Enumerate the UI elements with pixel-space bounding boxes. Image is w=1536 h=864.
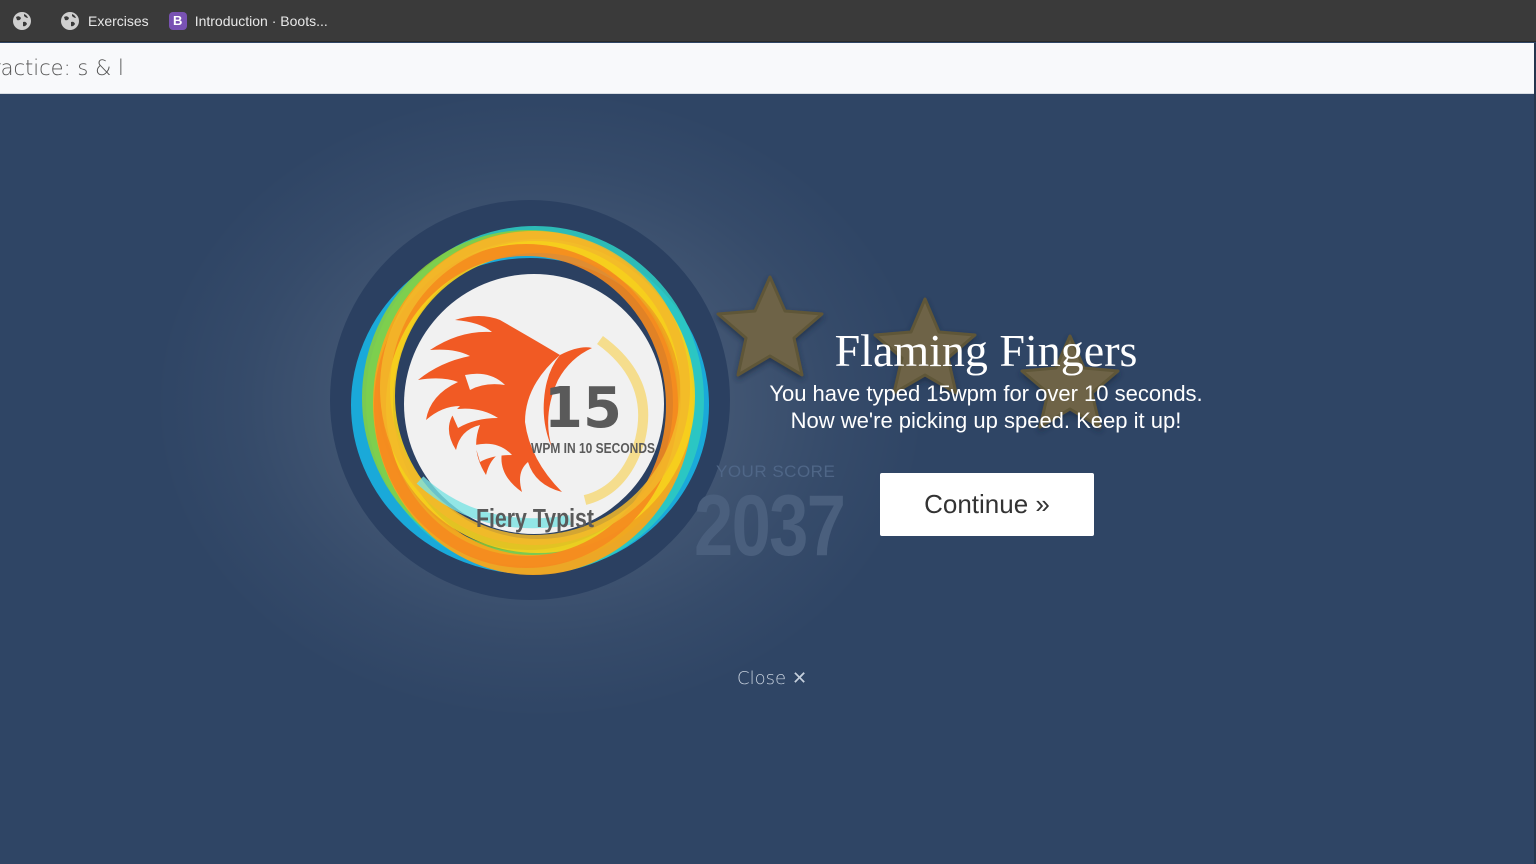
bookmark-bootstrap[interactable]: B Introduction · Boots... — [168, 7, 328, 35]
achievement-line-2: Now we're picking up speed. Keep it up! — [790, 408, 1182, 433]
bookmark-globe[interactable] — [12, 7, 40, 35]
badge-name: Fiery Typist — [476, 504, 594, 534]
achievement-overlay: 15 WPM IN 10 SECONDS Fiery Typist YOUR S… — [0, 94, 1536, 864]
globe-icon — [13, 11, 31, 30]
close-label: Close — [737, 668, 787, 689]
badge-subtitle: WPM IN 10 SECONDS — [531, 440, 655, 457]
close-button[interactable]: Close ✕ — [737, 668, 807, 689]
achievement-line-1: You have typed 15wpm for over 10 seconds… — [769, 381, 1203, 406]
badge-number: 15 — [544, 376, 622, 441]
close-icon: ✕ — [792, 668, 808, 689]
continue-button[interactable]: Continue » — [880, 473, 1094, 536]
score-value: 2037 — [694, 478, 846, 574]
bookmark-label: Introduction · Boots... — [194, 12, 328, 29]
bookmark-label: Exercises — [88, 12, 149, 29]
bootstrap-icon: B — [168, 11, 187, 30]
bookmarks-bar: Exercises B Introduction · Boots... — [0, 0, 1536, 42]
bookmark-exercises[interactable]: Exercises — [60, 7, 149, 35]
lesson-title: ractice: s & l — [0, 56, 124, 80]
achievement-description: You have typed 15wpm for over 10 seconds… — [736, 380, 1236, 434]
globe-icon — [61, 11, 79, 30]
lesson-header: ractice: s & l — [0, 43, 1536, 94]
achievement-title: Flaming Fingers — [834, 325, 1138, 376]
achievement-badge: 15 WPM IN 10 SECONDS Fiery Typist — [330, 200, 730, 600]
